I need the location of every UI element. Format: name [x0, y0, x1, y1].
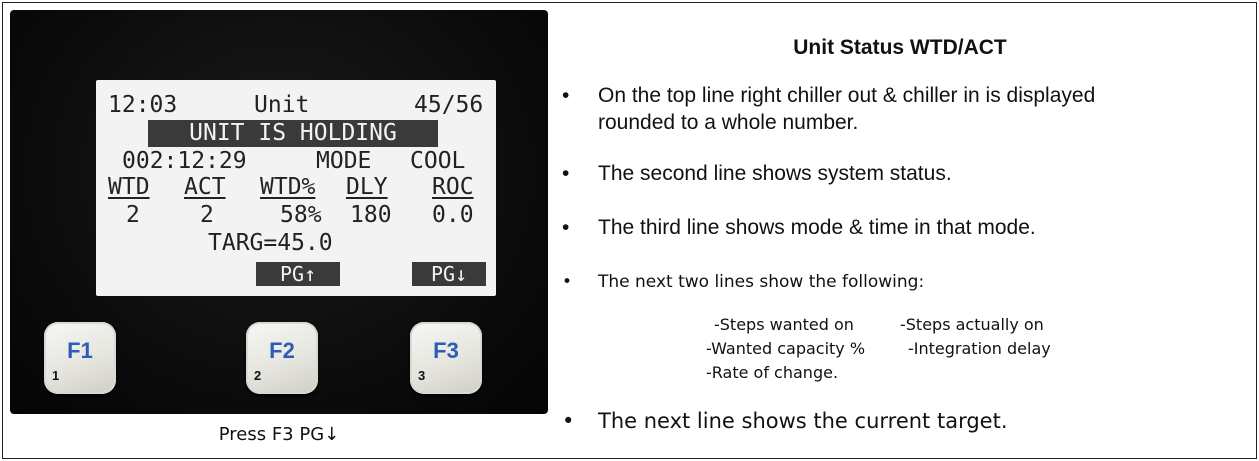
lcd-value-dly: 180 [350, 202, 392, 228]
bullet-top-line: On the top line right chiller out & chil… [562, 82, 1096, 136]
figure-caption: Press F3 PG↓ [218, 424, 340, 445]
lcd-header-wtd-pct: WTD% [260, 174, 316, 200]
controller-panel: 12:03 Unit 45/56 UNIT IS HOLDING 002:12:… [10, 10, 548, 414]
f3-key-label: F3 [433, 338, 459, 363]
lcd-line-2: UNIT IS HOLDING [96, 120, 496, 147]
lcd-runtime: 002:12:29 [122, 148, 247, 174]
bullet-top-line-cont: rounded to a whole number. [598, 111, 859, 134]
sub-item-wanted-capacity: -Wanted capacity % [706, 339, 866, 358]
bullet-target-line: The next line shows the current target. [562, 408, 1007, 435]
lcd-line-7: PG↑ PG↓ [96, 262, 496, 289]
lcd-line-5: 2 2 58% 180 0.0 [96, 202, 496, 229]
lcd-target: TARG=45.0 [208, 230, 333, 256]
lcd-unit-label: Unit [254, 92, 310, 118]
lcd-temps: 45/56 [414, 92, 484, 118]
pg-up-softkey[interactable]: PG↑ [256, 262, 340, 286]
bullet-top-line-text: On the top line right chiller out & chil… [598, 84, 1096, 107]
lcd-line-6: TARG=45.0 [96, 230, 496, 257]
bullet-third-line: The third line shows mode & time in that… [562, 214, 1036, 241]
lcd-line-4: WTD ACT WTD% DLY ROC [96, 174, 496, 201]
pg-down-softkey[interactable]: PG↓ [412, 262, 486, 286]
lcd-value-wtd-pct: 58% [280, 202, 322, 228]
sub-item-steps-wanted: -Steps wanted on [714, 315, 854, 334]
lcd-mode-label: MODE [316, 148, 372, 174]
lcd-header-wtd: WTD [108, 174, 150, 200]
sub-item-integration-delay: -Integration delay [908, 339, 1051, 358]
bullet-next-two-lines: The next two lines show the following: [562, 269, 924, 296]
sub-item-steps-actual: -Steps actually on [900, 315, 1044, 334]
f2-key-label: F2 [269, 338, 295, 363]
f2-key[interactable]: F2 2 [246, 322, 318, 394]
f3-key[interactable]: F3 3 [410, 322, 482, 394]
lcd-header-act: ACT [184, 174, 226, 200]
sub-item-rate-of-change: -Rate of change. [706, 363, 839, 382]
lcd-mode-value: COOL [410, 148, 466, 174]
lcd-value-wtd: 2 [126, 202, 140, 228]
f1-key[interactable]: F1 1 [44, 322, 116, 394]
lcd-header-roc: ROC [432, 174, 474, 200]
lcd-header-dly: DLY [346, 174, 388, 200]
lcd-line-3: 002:12:29 MODE COOL [96, 148, 496, 175]
lcd-time: 12:03 [108, 92, 178, 118]
lcd-value-act: 2 [200, 202, 214, 228]
info-title: Unit Status WTD/ACT [793, 36, 1007, 59]
bullet-second-line: The second line shows system status. [562, 160, 952, 187]
f1-key-label: F1 [67, 338, 93, 363]
f2-key-number: 2 [254, 368, 262, 383]
f1-key-number: 1 [52, 368, 60, 383]
lcd-status: UNIT IS HOLDING [148, 120, 438, 147]
lcd-line-1: 12:03 Unit 45/56 [96, 92, 496, 119]
lcd-display: 12:03 Unit 45/56 UNIT IS HOLDING 002:12:… [96, 80, 496, 296]
lcd-value-roc: 0.0 [432, 202, 474, 228]
f3-key-number: 3 [418, 368, 426, 383]
